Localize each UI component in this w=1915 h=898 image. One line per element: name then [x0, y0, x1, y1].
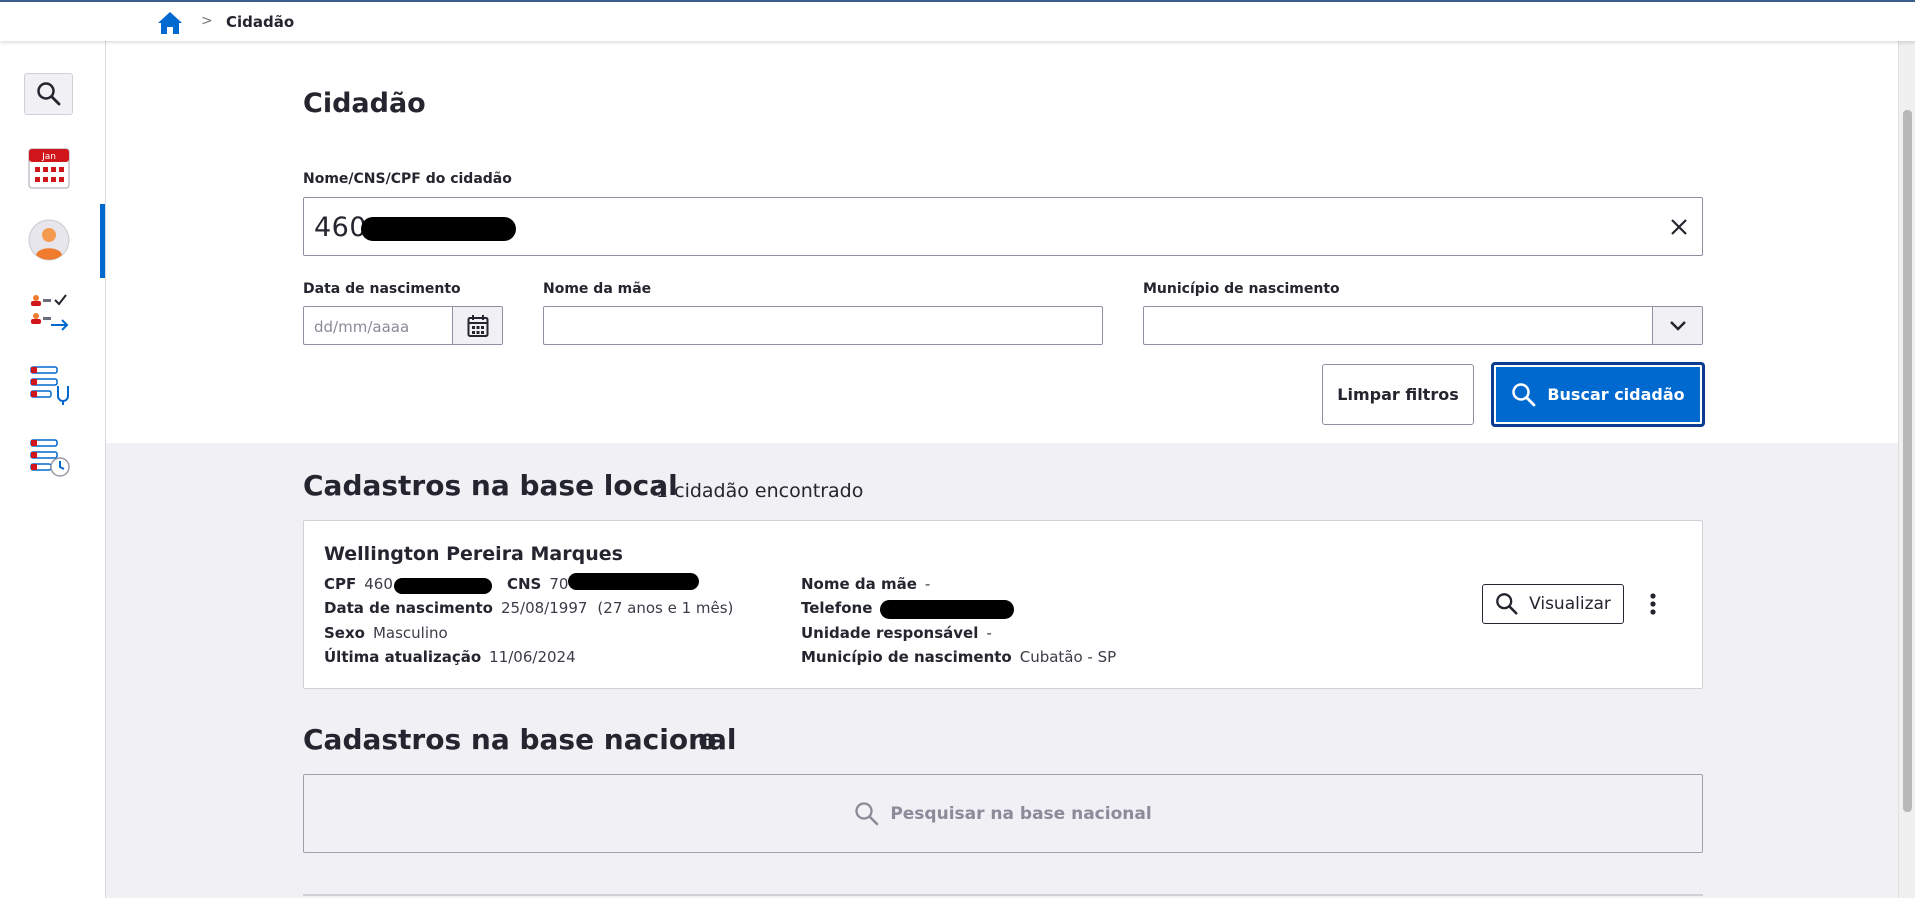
sidebar-item-historico[interactable]	[24, 434, 74, 484]
updated-row: Última atualização 11/06/2024	[324, 648, 576, 666]
info-icon[interactable]	[699, 733, 716, 750]
cpf-label: CPF	[324, 575, 357, 593]
search-input[interactable]: 460	[303, 197, 1703, 256]
person-icon	[28, 219, 70, 261]
birth-date-label: Data de nascimento	[303, 281, 461, 297]
view-citizen-label: Visualizar	[1529, 594, 1611, 614]
birth-row: Data de nascimento 25/08/1997 (27 anos e 1…	[324, 599, 733, 617]
sidebar-item-lista-atendimento[interactable]	[24, 287, 74, 337]
updated-value: 11/06/2024	[489, 648, 576, 666]
page-title: Cidadão	[303, 88, 426, 119]
breadcrumb-current: Cidadão	[226, 13, 295, 31]
phone-row: Telefone(	[801, 599, 886, 617]
more-options-icon[interactable]	[1649, 592, 1657, 616]
calendar-picker-icon	[467, 314, 488, 337]
mother-value: -	[924, 575, 931, 593]
active-indicator	[100, 204, 105, 278]
queue-icon	[31, 294, 69, 331]
sidebar-item-agenda[interactable]: Jan	[24, 143, 74, 193]
cns-value: 70	[549, 575, 569, 593]
search-citizen-button[interactable]: Buscar cidadão	[1491, 362, 1705, 427]
stethoscope-list-icon	[30, 366, 69, 405]
birth-value: 25/08/1997	[500, 599, 588, 617]
breadcrumb-separator: >	[201, 13, 213, 29]
chevron-down-icon	[1669, 320, 1686, 331]
national-section-title: Cadastros na base nacional	[303, 723, 737, 756]
birth-label: Data de nascimento	[324, 599, 493, 617]
cns-row: CNS 70	[507, 575, 568, 593]
national-search-label: Pesquisar na base nacional	[890, 803, 1152, 824]
redaction-mark	[880, 600, 1014, 619]
view-citizen-button[interactable]: Visualizar	[1482, 584, 1624, 624]
mother-name-label: Nome da mãe	[543, 281, 652, 297]
search-icon	[1496, 593, 1518, 615]
redaction-mark	[568, 573, 699, 590]
redaction-mark	[394, 578, 492, 594]
mother-name-field[interactable]	[543, 306, 1103, 345]
national-search-box: Pesquisar na base nacional	[303, 774, 1703, 853]
municipality-value: Cubatão - SP	[1019, 648, 1117, 666]
unit-label: Unidade responsável	[801, 624, 979, 642]
sidebar-item-atendimentos[interactable]	[24, 361, 74, 411]
municipality-dropdown-button[interactable]	[1652, 307, 1702, 344]
search-value: 460	[314, 212, 368, 243]
age-text: (27 anos e 1 mês)	[597, 599, 734, 617]
divider	[303, 894, 1703, 896]
scrollbar[interactable]	[1898, 0, 1915, 898]
local-section-title: Cadastros na base local	[303, 469, 678, 502]
home-icon[interactable]	[157, 11, 183, 35]
cpf-value: 460	[364, 575, 393, 593]
breadcrumb: > Cidadão	[0, 0, 1915, 41]
sex-label: Sexo	[324, 624, 365, 642]
calendar-month: Jan	[41, 152, 56, 162]
calendar-button[interactable]	[452, 307, 502, 344]
sidebar: Jan	[0, 41, 106, 898]
search-label: Nome/CNS/CPF do cidadão	[303, 171, 512, 187]
sex-value: Masculino	[372, 624, 448, 642]
clear-filters-button[interactable]: Limpar filtros	[1322, 364, 1474, 425]
citizen-name: Wellington Pereira Marques	[324, 543, 623, 565]
sidebar-item-cidadao[interactable]	[24, 215, 74, 265]
updated-label: Última atualização	[324, 648, 482, 666]
birth-date-placeholder: dd/mm/aaaa	[314, 318, 410, 336]
national-search-button[interactable]: Pesquisar na base nacional	[304, 775, 1702, 852]
mother-row: Nome da mãe -	[801, 575, 930, 593]
clock-list-icon	[30, 439, 70, 477]
scrollbar-thumb[interactable]	[1903, 110, 1912, 812]
citizen-card: Wellington Pereira Marques CPF 460 CNS 70 …	[303, 520, 1703, 689]
search-icon	[36, 82, 60, 106]
redaction-mark	[361, 217, 516, 241]
municipality-label: Município de nascimento	[1143, 281, 1340, 297]
mother-label: Nome da mãe	[801, 575, 917, 593]
unit-value: -	[986, 624, 992, 642]
cpf-row: CPF 460	[324, 575, 393, 593]
sidebar-item-search[interactable]	[24, 73, 73, 115]
birth-date-field[interactable]: dd/mm/aaaa	[303, 306, 503, 345]
search-icon	[1512, 382, 1536, 406]
search-icon	[855, 801, 879, 825]
local-result-count: 1 cidadão encontrado	[656, 480, 864, 502]
close-icon[interactable]	[1668, 216, 1690, 238]
municipality-row: Município de nascimento Cubatão - SP	[801, 648, 1116, 666]
cns-label: CNS	[507, 575, 542, 593]
municipality-label: Município de nascimento	[801, 648, 1012, 666]
unit-row: Unidade responsável -	[801, 624, 992, 642]
sex-row: Sexo Masculino	[324, 624, 448, 642]
search-citizen-label: Buscar cidadão	[1547, 385, 1685, 404]
calendar-icon: Jan	[28, 148, 70, 189]
municipality-select[interactable]	[1143, 306, 1703, 345]
phone-label: Telefone	[801, 599, 873, 617]
